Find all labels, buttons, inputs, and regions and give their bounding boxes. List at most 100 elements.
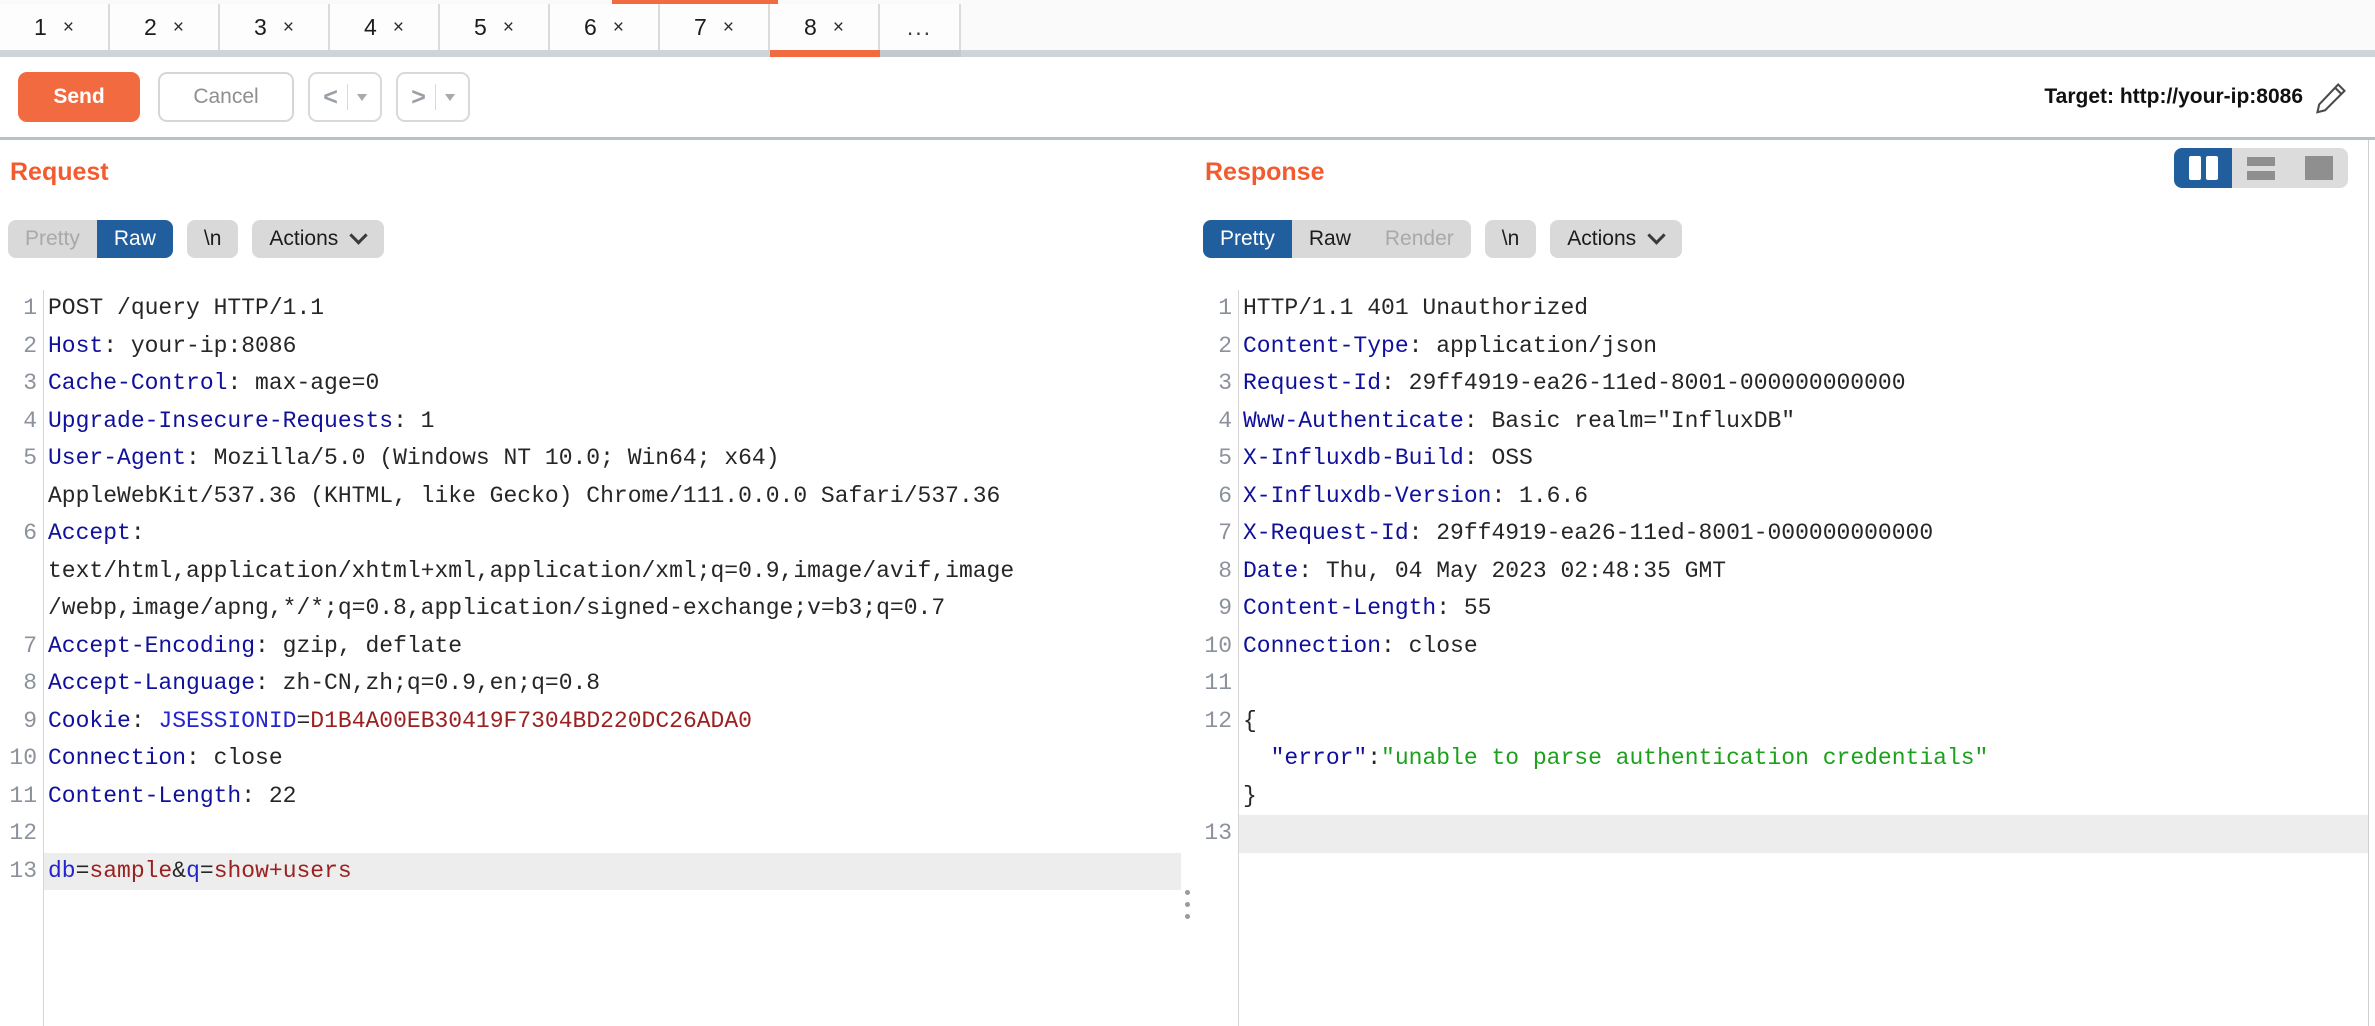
line-text: Connection: close — [37, 740, 283, 778]
close-tab-icon[interactable]: × — [283, 18, 294, 37]
line-number: 9 — [1195, 590, 1232, 628]
request-line[interactable]: 9Cookie: JSESSIONID=D1B4A00EB30419F7304B… — [0, 703, 1181, 741]
response-tab-pretty[interactable]: Pretty — [1203, 220, 1292, 258]
line-number: 11 — [1195, 665, 1232, 703]
repeater-tab-6[interactable]: 6× — [550, 4, 660, 50]
request-line[interactable]: AppleWebKit/537.36 (KHTML, like Gecko) C… — [0, 478, 1181, 516]
line-text: "error":"unable to parse authentication … — [1232, 740, 1988, 778]
overflow-tab-underline — [880, 50, 961, 57]
repeater-tab-2[interactable]: 2× — [110, 4, 220, 50]
tab-label: 2 — [144, 14, 157, 41]
history-forward-button[interactable]: > — [396, 72, 470, 122]
tab-label: 7 — [694, 14, 707, 41]
tab-overflow[interactable]: ... — [880, 4, 961, 50]
request-tab-newline[interactable]: \n — [187, 220, 239, 258]
close-tab-icon[interactable]: × — [613, 18, 624, 37]
cancel-button[interactable]: Cancel — [158, 72, 294, 122]
layout-columns-button[interactable] — [2174, 148, 2232, 188]
line-text: Accept-Language: zh-CN,zh;q=0.9,en;q=0.8 — [37, 665, 600, 703]
request-line[interactable]: 10Connection: close — [0, 740, 1181, 778]
button-divider — [435, 84, 436, 110]
request-panel-title: Request — [10, 158, 109, 187]
request-editor[interactable]: 1POST /query HTTP/1.12Host: your-ip:8086… — [0, 290, 1181, 1026]
tab-label: 1 — [34, 14, 47, 41]
request-line[interactable]: 8Accept-Language: zh-CN,zh;q=0.9,en;q=0.… — [0, 665, 1181, 703]
request-line[interactable]: 12 — [0, 815, 1181, 853]
repeater-tab-4[interactable]: 4× — [330, 4, 440, 50]
line-text: Www-Authenticate: Basic realm="InfluxDB" — [1232, 403, 1795, 441]
request-line[interactable]: 6Accept: — [0, 515, 1181, 553]
close-tab-icon[interactable]: × — [63, 18, 74, 37]
splitter-grip-icon[interactable] — [1185, 890, 1190, 919]
request-line[interactable]: 1POST /query HTTP/1.1 — [0, 290, 1181, 328]
repeater-tab-1[interactable]: 1× — [0, 4, 110, 50]
line-text: POST /query HTTP/1.1 — [37, 290, 324, 328]
repeater-tab-5[interactable]: 5× — [440, 4, 550, 50]
line-number: 9 — [0, 703, 37, 741]
response-tab-newline[interactable]: \n — [1485, 220, 1537, 258]
response-line: 12{ — [1195, 703, 2368, 741]
response-line: 1HTTP/1.1 401 Unauthorized — [1195, 290, 2368, 328]
request-line[interactable]: 3Cache-Control: max-age=0 — [0, 365, 1181, 403]
tab-label: 6 — [584, 14, 597, 41]
send-button[interactable]: Send — [18, 72, 140, 122]
line-text: Content-Type: application/json — [1232, 328, 1657, 366]
close-tab-icon[interactable]: × — [723, 18, 734, 37]
edit-target-icon[interactable] — [2313, 78, 2351, 116]
response-line: 13 — [1195, 815, 2368, 853]
line-number: 13 — [1195, 815, 1232, 853]
request-line[interactable]: 4Upgrade-Insecure-Requests: 1 — [0, 403, 1181, 441]
response-pretty-raw-render-group: Pretty Raw Render — [1203, 220, 1471, 258]
request-line[interactable]: 13db=sample&q=show+users — [0, 853, 1181, 891]
line-number: 10 — [0, 740, 37, 778]
line-text: X-Influxdb-Version: 1.6.6 — [1232, 478, 1588, 516]
request-line[interactable]: text/html,application/xhtml+xml,applicat… — [0, 553, 1181, 591]
close-tab-icon[interactable]: × — [173, 18, 184, 37]
tab-list: 1×2×3×4×5×6×7×8×... — [0, 4, 961, 50]
line-number: 2 — [1195, 328, 1232, 366]
response-line: "error":"unable to parse authentication … — [1195, 740, 2368, 778]
request-actions-button[interactable]: Actions — [252, 220, 384, 258]
line-text: HTTP/1.1 401 Unauthorized — [1232, 290, 1588, 328]
button-divider — [347, 84, 348, 110]
line-text — [37, 815, 48, 853]
response-actions-button[interactable]: Actions — [1550, 220, 1682, 258]
response-panel: Response Pretty Raw Render \n Actions 1H… — [1195, 140, 2369, 1026]
forward-dropdown-icon[interactable] — [445, 94, 455, 101]
tab-bar-bottom-border — [0, 50, 2375, 57]
request-tab-raw[interactable]: Raw — [97, 220, 173, 258]
target-url-label: Target: http://your-ip:8086 — [2044, 72, 2303, 122]
request-tab-pretty[interactable]: Pretty — [8, 220, 97, 258]
request-line[interactable]: 2Host: your-ip:8086 — [0, 328, 1181, 366]
request-line[interactable]: 7Accept-Encoding: gzip, deflate — [0, 628, 1181, 666]
layout-single-button[interactable] — [2290, 148, 2348, 188]
response-tab-raw[interactable]: Raw — [1292, 220, 1368, 258]
request-line[interactable]: /webp,image/apng,*/*;q=0.8,application/s… — [0, 590, 1181, 628]
line-number: 7 — [0, 628, 37, 666]
layout-rows-button[interactable] — [2232, 148, 2290, 188]
forward-arrow-icon: > — [411, 83, 426, 112]
repeater-tab-7[interactable]: 7× — [660, 4, 770, 50]
close-tab-icon[interactable]: × — [833, 18, 844, 37]
request-line[interactable]: 5User-Agent: Mozilla/5.0 (Windows NT 10.… — [0, 440, 1181, 478]
line-text: Upgrade-Insecure-Requests: 1 — [37, 403, 434, 441]
response-tab-render: Render — [1368, 220, 1471, 258]
back-dropdown-icon[interactable] — [357, 94, 367, 101]
repeater-tab-8[interactable]: 8× — [770, 4, 880, 50]
line-text: Connection: close — [1232, 628, 1478, 666]
line-number — [0, 553, 37, 591]
line-text: /webp,image/apng,*/*;q=0.8,application/s… — [37, 590, 945, 628]
close-tab-icon[interactable]: × — [503, 18, 514, 37]
response-actions-label: Actions — [1567, 227, 1636, 251]
panel-splitter[interactable] — [1181, 140, 1195, 1026]
repeater-tab-3[interactable]: 3× — [220, 4, 330, 50]
line-text: Host: your-ip:8086 — [37, 328, 296, 366]
request-line[interactable]: 11Content-Length: 22 — [0, 778, 1181, 816]
close-tab-icon[interactable]: × — [393, 18, 404, 37]
line-number: 6 — [1195, 478, 1232, 516]
line-number — [1195, 740, 1232, 778]
history-back-button[interactable]: < — [308, 72, 382, 122]
request-view-tabs: Pretty Raw \n Actions — [8, 220, 384, 258]
response-line: 5X-Influxdb-Build: OSS — [1195, 440, 2368, 478]
line-text: db=sample&q=show+users — [37, 853, 352, 891]
